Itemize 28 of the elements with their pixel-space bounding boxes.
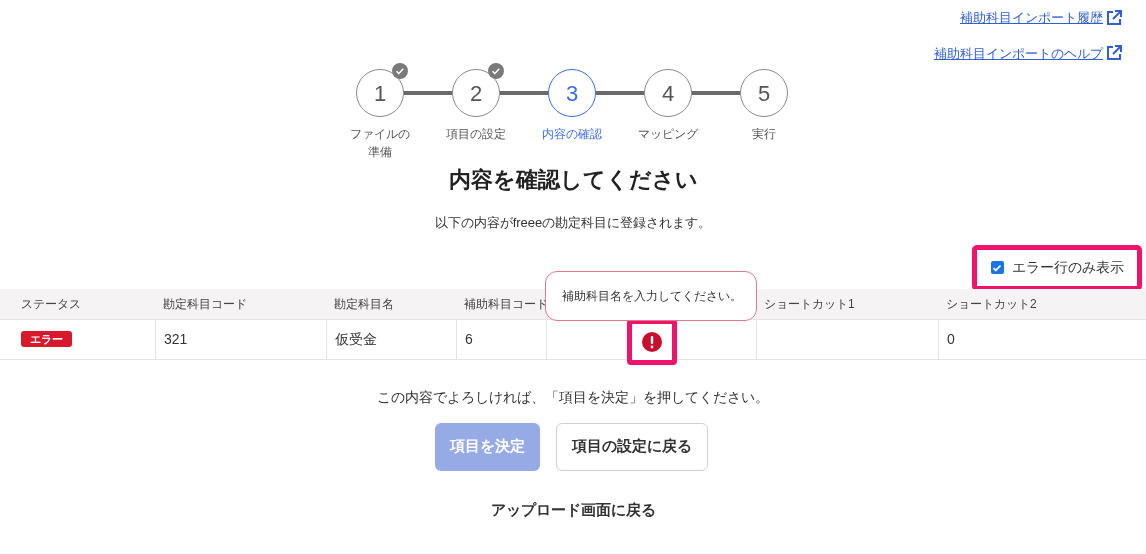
external-link[interactable]: 補助科目インポート履歴 (960, 8, 1122, 28)
error-status-tag: エラー (21, 331, 72, 347)
step-label: 項目の設定 (446, 126, 506, 143)
table-cell-text: 6 (465, 329, 473, 349)
step-label: マッピング (638, 126, 698, 143)
column-header: ショートカット1 (764, 295, 855, 313)
table-cell-text: 0 (947, 329, 955, 349)
back-button[interactable]: 項目の設定に戻る (555, 422, 708, 471)
description-text: 以下の内容がfreeeの勘定科目に登録されます。 (434, 214, 712, 232)
checkbox[interactable] (990, 261, 1004, 274)
step-label: ファイルの準備 (349, 126, 411, 161)
upload-back-link[interactable]: アップロード画面に戻る (490, 498, 656, 521)
error-icon (641, 332, 662, 352)
checkbox-label: エラー行のみ表示 (1011, 258, 1124, 277)
external-link[interactable]: 補助科目インポートのヘルプ (934, 43, 1122, 63)
column-header: ステータス (21, 295, 81, 313)
step-label: 実行 (752, 126, 776, 143)
instruction-text: この内容でよろしければ、「項目を決定」を押してください。 (377, 387, 769, 407)
table-cell-text: 321 (164, 329, 188, 349)
error-tooltip: 補助科目名を入力してください。 (545, 270, 757, 321)
column-header: 勘定科目名 (334, 295, 394, 313)
column-header: 勘定科目コード (163, 295, 247, 313)
external-link-icon (1106, 9, 1122, 26)
step-label: 内容の確認 (542, 126, 602, 143)
external-link-icon (1106, 45, 1122, 62)
page-title: 内容を確認してください (448, 166, 698, 194)
column-header: ショートカット2 (946, 295, 1037, 313)
table-cell-text: 仮受金 (335, 329, 377, 349)
